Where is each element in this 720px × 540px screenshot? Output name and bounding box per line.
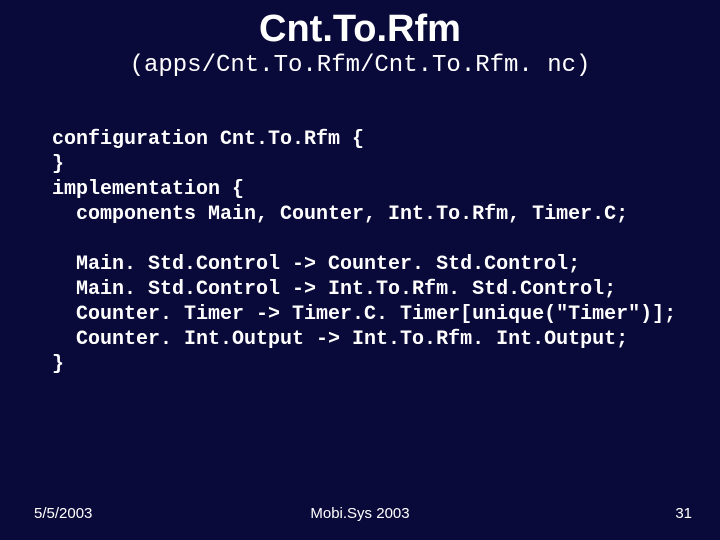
slide-subtitle: (apps/Cnt.To.Rfm/Cnt.To.Rfm. nc): [0, 52, 720, 79]
slide: Cnt.To.Rfm (apps/Cnt.To.Rfm/Cnt.To.Rfm. …: [0, 0, 720, 540]
footer-page-number: 31: [675, 505, 692, 522]
slide-title: Cnt.To.Rfm: [0, 0, 720, 50]
code-block: configuration Cnt.To.Rfm { } implementat…: [52, 127, 720, 377]
footer-center: Mobi.Sys 2003: [0, 505, 720, 522]
